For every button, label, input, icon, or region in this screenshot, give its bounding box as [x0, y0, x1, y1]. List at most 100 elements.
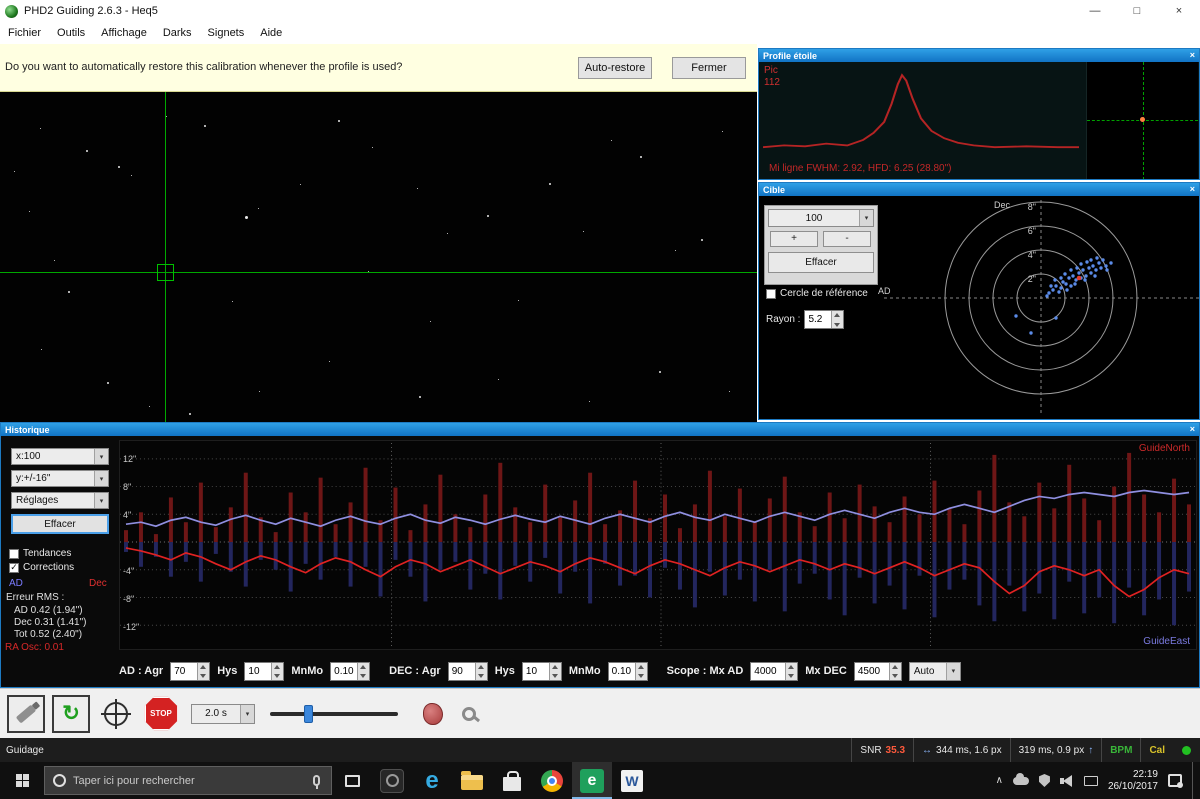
spin-down-icon[interactable] — [786, 671, 797, 680]
spin-up-icon[interactable] — [786, 663, 797, 672]
maximize-icon[interactable]: □ — [1116, 0, 1158, 22]
zoom-in-button[interactable]: + — [770, 231, 818, 247]
max-dec-spinner[interactable]: 4500 — [853, 661, 902, 681]
guide-target-icon — [101, 698, 131, 729]
taskbar-clock[interactable]: 22:19 26/10/2017 — [1108, 769, 1158, 793]
spinner-arrows[interactable] — [548, 662, 561, 680]
target-close-icon[interactable]: × — [1190, 183, 1195, 196]
spinner-arrows[interactable] — [271, 662, 284, 680]
spin-down-icon[interactable] — [550, 671, 561, 680]
history-clear-button[interactable]: Effacer — [11, 514, 109, 534]
folder-icon — [461, 771, 483, 790]
menu-signets[interactable]: Signets — [200, 27, 253, 39]
spin-up-icon[interactable] — [476, 663, 487, 672]
spin-up-icon[interactable] — [890, 663, 901, 672]
spin-down-icon[interactable] — [358, 671, 369, 680]
minimize-icon[interactable]: — — [1074, 0, 1116, 22]
screen-stretch-slider[interactable] — [270, 704, 398, 724]
tray-expand-chevron-icon[interactable]: ∧ — [996, 775, 1003, 786]
x-scale-dropdown[interactable]: x:100 ▾ — [11, 448, 109, 465]
taskbar-app-store[interactable] — [492, 762, 532, 799]
spin-down-icon[interactable] — [198, 671, 209, 680]
radius-spinner[interactable]: 5.2 — [804, 310, 845, 329]
dec-mode-dropdown[interactable]: Auto ▾ — [908, 661, 961, 681]
spin-up-icon[interactable] — [272, 663, 283, 672]
auto-restore-button[interactable]: Auto-restore — [578, 57, 652, 79]
reference-circle-checkbox[interactable] — [766, 288, 776, 299]
menu-darks[interactable]: Darks — [155, 27, 200, 39]
spinner-arrows[interactable] — [831, 311, 844, 329]
reglages-dropdown[interactable]: Réglages ▾ — [11, 492, 109, 509]
spin-up-icon[interactable] — [198, 663, 209, 672]
spinner-arrows[interactable] — [197, 662, 210, 680]
taskbar-app-camera[interactable] — [372, 762, 412, 799]
trend-checkbox[interactable] — [9, 548, 19, 559]
star-profile-close-icon[interactable]: × — [1190, 49, 1195, 62]
dec-aggression-spinner[interactable]: 90 — [447, 661, 488, 681]
corrections-row[interactable]: ✓ Corrections — [9, 562, 74, 573]
volume-icon[interactable] — [1059, 774, 1074, 787]
target-zoom-dropdown[interactable]: 100 ▾ — [768, 209, 874, 227]
spinner-arrows[interactable] — [785, 662, 798, 680]
stop-button[interactable]: STOP — [142, 695, 180, 733]
exposure-dropdown[interactable]: 2.0 s ▾ — [191, 703, 255, 724]
spin-down-icon[interactable] — [272, 671, 283, 680]
taskbar-search-box[interactable]: Taper ici pour rechercher — [44, 766, 332, 795]
loop-exposures-button[interactable]: ↻ — [52, 694, 90, 733]
spin-up-icon[interactable] — [358, 663, 369, 672]
show-desktop-strip[interactable] — [1192, 762, 1196, 799]
slider-thumb[interactable] — [304, 704, 313, 723]
spin-up-icon[interactable] — [832, 311, 843, 320]
spin-down-icon[interactable] — [636, 671, 647, 680]
taskbar-app-chrome[interactable] — [532, 762, 572, 799]
spinner-arrows[interactable] — [888, 662, 901, 680]
keyboard-icon[interactable] — [1083, 775, 1098, 786]
dec-minmove-spinner[interactable]: 0.10 — [607, 661, 648, 681]
taskbar-app-word[interactable]: W — [612, 762, 652, 799]
corrections-checkbox[interactable]: ✓ — [9, 562, 19, 573]
target-clear-button[interactable]: Effacer — [768, 252, 874, 273]
guide-button[interactable] — [97, 695, 135, 733]
zoom-out-button[interactable]: - — [823, 231, 871, 247]
spinner-arrows[interactable] — [634, 662, 647, 680]
y-scale-dropdown[interactable]: y:+/-16" ▾ — [11, 470, 109, 487]
dec-hysteresis-spinner[interactable]: 10 — [521, 661, 562, 681]
star-field[interactable] — [0, 92, 757, 422]
spin-down-icon[interactable] — [476, 671, 487, 680]
ad-minmove-spinner[interactable]: 0.10 — [330, 661, 371, 681]
menu-aide[interactable]: Aide — [252, 27, 290, 39]
fermer-button[interactable]: Fermer — [672, 57, 746, 79]
spin-down-icon[interactable] — [890, 671, 901, 680]
security-shield-icon[interactable] — [1038, 774, 1050, 787]
star — [498, 379, 499, 380]
spinner-arrows[interactable] — [474, 662, 487, 680]
close-icon[interactable]: × — [1158, 0, 1200, 22]
connect-equipment-button[interactable] — [7, 694, 45, 733]
camera-app-icon — [380, 768, 404, 793]
brain-settings-button[interactable] — [405, 695, 443, 733]
start-button[interactable] — [0, 762, 44, 799]
camera-properties-button[interactable] — [450, 695, 488, 733]
menu-outils[interactable]: Outils — [49, 27, 93, 39]
ad-hysteresis-spinner[interactable]: 10 — [244, 661, 285, 681]
star — [189, 413, 191, 415]
onedrive-cloud-icon[interactable] — [1012, 772, 1029, 785]
trend-row[interactable]: Tendances — [9, 548, 71, 559]
max-ad-spinner[interactable]: 4000 — [750, 661, 799, 681]
ad-aggression-spinner[interactable]: 70 — [170, 661, 211, 681]
task-view-button[interactable] — [332, 762, 372, 799]
action-center-icon[interactable] — [1168, 774, 1183, 788]
taskbar-app-active-green-e[interactable]: e — [572, 762, 612, 799]
spinner-arrows[interactable] — [357, 662, 370, 680]
menu-fichier[interactable]: Fichier — [0, 27, 49, 39]
history-close-icon[interactable]: × — [1190, 423, 1195, 436]
spin-down-icon[interactable] — [832, 320, 843, 329]
guide-state-label: Guidage — [6, 744, 44, 756]
reference-circle-row[interactable]: Cercle de référence — [766, 288, 868, 299]
taskbar-app-edge[interactable]: e — [412, 762, 452, 799]
microphone-icon[interactable] — [313, 775, 320, 789]
spin-up-icon[interactable] — [636, 663, 647, 672]
spin-up-icon[interactable] — [550, 663, 561, 672]
taskbar-app-explorer[interactable] — [452, 762, 492, 799]
menu-affichage[interactable]: Affichage — [93, 27, 155, 39]
